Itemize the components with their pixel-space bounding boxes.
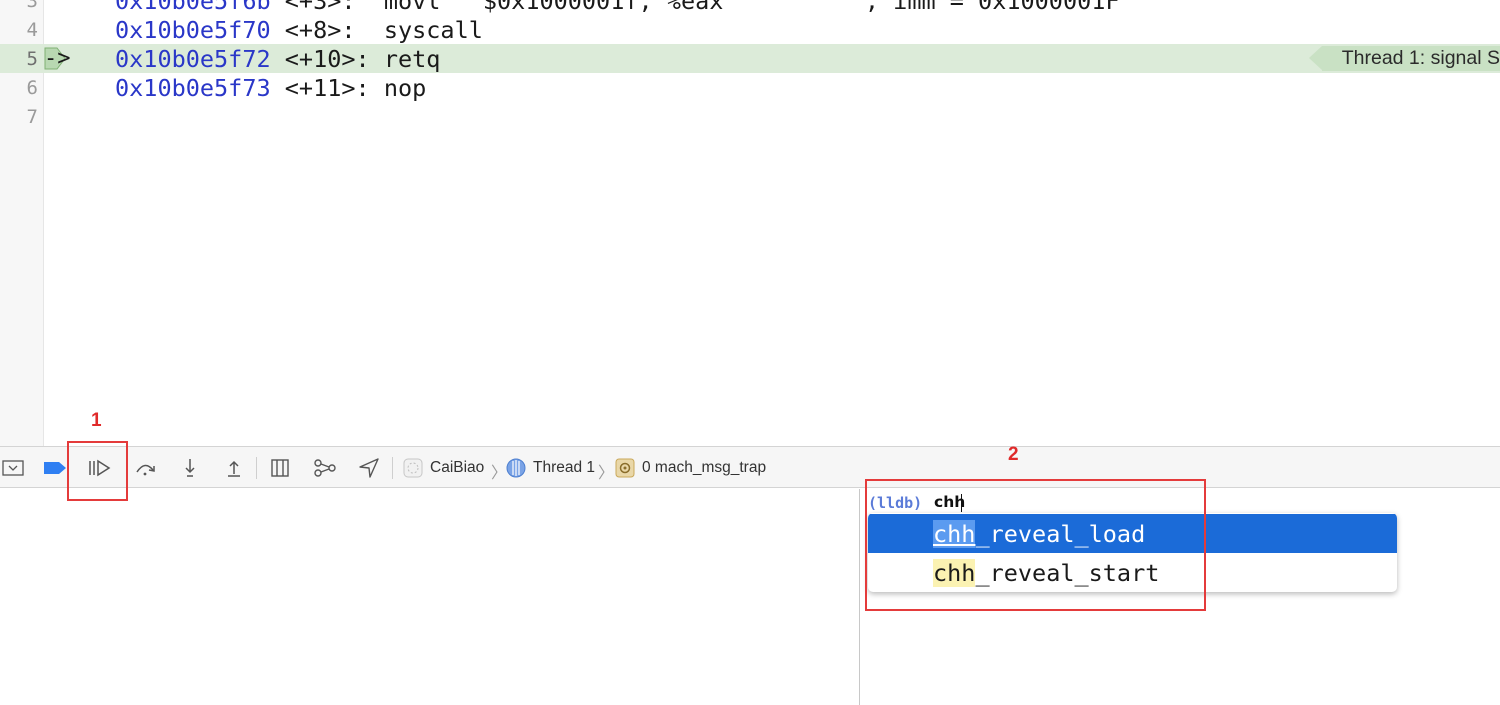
- app-target-icon: [403, 458, 423, 478]
- instruction-address: 0x10b0e5f6b: [115, 0, 271, 15]
- line-number: 3: [26, 0, 38, 12]
- instruction: 0x10b0e5f72 <+10>: retq: [115, 45, 440, 73]
- stack-frame-icon: [615, 458, 635, 478]
- toolbar-separator: [256, 457, 257, 479]
- instruction-address: 0x10b0e5f70: [115, 16, 271, 44]
- line-number: 6: [26, 77, 38, 99]
- instruction-offset: <+3>:: [270, 0, 370, 15]
- instruction-offset: <+8>:: [270, 16, 370, 44]
- pc-arrow: ->: [44, 46, 71, 71]
- memory-graph-button[interactable]: [312, 455, 338, 481]
- current-instruction-line: 5 -> 0x10b0e5f72 <+10>: retq Thread 1: s…: [0, 44, 1500, 73]
- view-hierarchy-button[interactable]: [267, 455, 293, 481]
- instruction-address: 0x10b0e5f73: [115, 74, 271, 102]
- step-over-icon: [136, 464, 155, 476]
- simulate-location-button[interactable]: [356, 455, 382, 481]
- step-into-button[interactable]: [177, 455, 203, 481]
- toolbar-separator: [392, 457, 393, 479]
- step-over-button[interactable]: [133, 455, 159, 481]
- thread-icon: [506, 458, 526, 478]
- debug-toolbar: CaiBiao 〉 Thread 1 〉 0 mach_msg_trap: [0, 446, 1500, 488]
- line-number: 7: [26, 106, 38, 128]
- breadcrumb-frame-label: 0 mach_msg_trap: [642, 459, 767, 476]
- thread-signal-badge[interactable]: Thread 1: signal S: [1308, 46, 1500, 71]
- instruction: 0x10b0e5f73 <+11>: nop: [115, 74, 426, 102]
- annotation-label-1: 1: [91, 410, 102, 431]
- step-out-button[interactable]: [221, 455, 247, 481]
- hide-console-icon: [2, 460, 24, 476]
- step-into-icon: [185, 459, 195, 477]
- instruction-offset: <+11>:: [270, 74, 370, 102]
- instruction-text: syscall: [369, 16, 483, 44]
- instruction-address: 0x10b0e5f72: [115, 45, 271, 73]
- line-number: 4: [26, 19, 38, 41]
- breakpoints-toggle-icon: [44, 462, 66, 474]
- memory-graph-icon: [314, 459, 336, 477]
- code-line: 6 0x10b0e5f73 <+11>: nop: [0, 73, 1500, 102]
- instruction: 0x10b0e5f6b <+3>: movl $0x1000001f, %eax…: [115, 0, 1120, 15]
- instruction-text: retq: [369, 45, 441, 73]
- breakpoints-toggle-button[interactable]: [42, 455, 68, 481]
- breadcrumb-target[interactable]: CaiBiao: [402, 447, 484, 489]
- annotation-label-2: 2: [1008, 444, 1019, 465]
- chevron-right-icon: 〉: [598, 465, 615, 482]
- disassembly-editor[interactable]: 3 0x10b0e5f6b <+3>: movl $0x1000001f, %e…: [0, 0, 1500, 446]
- annotation-box-2: [865, 479, 1206, 611]
- instruction: 0x10b0e5f70 <+8>: syscall: [115, 16, 483, 44]
- instruction-offset: <+10>:: [270, 45, 370, 73]
- variables-view[interactable]: [0, 489, 859, 705]
- step-out-icon: [228, 460, 240, 477]
- code-line: 4 0x10b0e5f70 <+8>: syscall: [0, 15, 1500, 44]
- breadcrumb-thread[interactable]: Thread 1: [505, 447, 595, 489]
- instruction-text: movl $0x1000001f, %eax ; imm = 0x1000001…: [369, 0, 1120, 15]
- code-line: 3 0x10b0e5f6b <+3>: movl $0x1000001f, %e…: [0, 0, 1500, 15]
- annotation-box-1: [67, 441, 128, 501]
- code-line: 7: [0, 102, 1500, 131]
- breadcrumb-thread-label: Thread 1: [533, 459, 596, 476]
- view-hierarchy-icon: [271, 459, 289, 477]
- breadcrumb-frame[interactable]: 0 mach_msg_trap: [614, 447, 766, 489]
- simulate-location-icon: [359, 458, 379, 478]
- hide-console-button[interactable]: [0, 455, 26, 481]
- line-number: 5: [26, 48, 38, 70]
- instruction-text: nop: [369, 74, 427, 102]
- breadcrumb-target-label: CaiBiao: [430, 459, 485, 476]
